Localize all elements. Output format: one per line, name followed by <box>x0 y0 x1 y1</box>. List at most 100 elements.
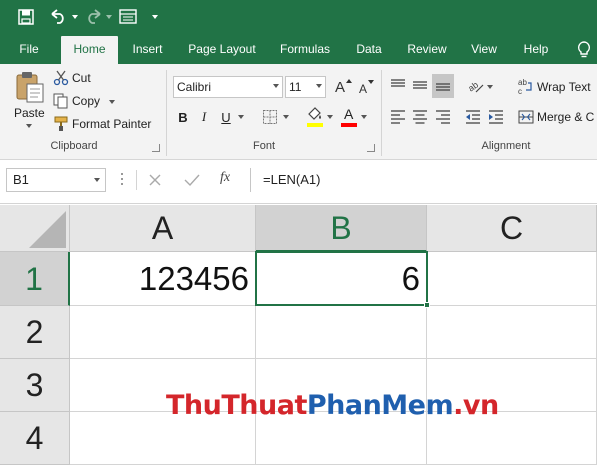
column-header-a[interactable]: A <box>70 205 256 252</box>
svg-text:ab: ab <box>518 78 527 87</box>
fill-handle[interactable] <box>424 302 430 308</box>
tab-help[interactable]: Help <box>514 34 558 64</box>
divider <box>136 170 137 190</box>
increase-indent-button[interactable] <box>487 108 507 126</box>
copy-label: Copy <box>72 94 101 108</box>
redo-dropdown-icon[interactable] <box>106 15 112 19</box>
column-header-b[interactable]: B <box>256 205 427 252</box>
align-middle-button[interactable] <box>411 76 431 96</box>
cut-label: Cut <box>72 71 91 85</box>
fill-color-button[interactable] <box>306 106 324 128</box>
borders-dropdown-icon[interactable] <box>283 115 289 119</box>
tab-file[interactable]: File <box>10 34 48 64</box>
row-header-2[interactable]: 2 <box>0 306 70 359</box>
undo-button[interactable] <box>48 8 70 26</box>
chevron-down-icon <box>316 84 322 88</box>
tab-home[interactable]: Home <box>61 36 118 64</box>
font-size-select[interactable]: 11 <box>285 76 326 98</box>
chevron-down-icon <box>94 178 100 182</box>
paste-button[interactable]: Paste <box>10 70 48 128</box>
chevron-down-icon <box>273 84 279 88</box>
font-size-value: 11 <box>289 80 302 94</box>
watermark-part-3: .vn <box>453 390 499 421</box>
watermark-part-1: ThuThuat <box>166 390 307 421</box>
italic-glyph: I <box>201 109 207 124</box>
redo-button[interactable] <box>84 8 106 26</box>
cut-button[interactable]: Cut <box>53 70 103 88</box>
save-button[interactable] <box>18 8 38 26</box>
copy-dropdown-icon[interactable] <box>109 100 115 104</box>
fill-color-dropdown-icon[interactable] <box>327 115 333 119</box>
form-button[interactable] <box>119 9 139 25</box>
watermark-part-2: PhanMem <box>306 390 454 421</box>
font-launcher-icon[interactable] <box>367 144 375 152</box>
merge-center-icon <box>518 110 534 124</box>
merge-center-button[interactable]: Merge & C <box>518 108 597 128</box>
orientation-button[interactable]: ab <box>466 76 486 96</box>
tab-data[interactable]: Data <box>348 34 390 64</box>
redo-icon <box>88 9 101 24</box>
format-painter-label: Format Painter <box>72 117 152 131</box>
align-center-button[interactable] <box>411 108 431 126</box>
fill-color-swatch <box>307 123 323 127</box>
borders-button[interactable] <box>262 109 278 125</box>
cell-a1[interactable]: 123456 <box>70 252 256 306</box>
name-box[interactable]: B1 <box>6 168 106 192</box>
copy-button[interactable]: Copy <box>53 93 119 111</box>
wrap-text-button[interactable]: ab c Wrap Text <box>518 76 597 98</box>
customize-qat-icon[interactable] <box>152 15 158 19</box>
underline-dropdown-icon[interactable] <box>238 115 244 119</box>
divider <box>166 70 167 156</box>
bold-button[interactable]: B <box>176 108 190 126</box>
tab-view[interactable]: View <box>464 34 504 64</box>
fill-color-icon <box>308 107 321 120</box>
orientation-icon: ab <box>466 80 484 94</box>
formula-bar-grip-icon[interactable] <box>120 172 124 188</box>
form-icon <box>119 9 137 24</box>
tell-me-icon[interactable] <box>576 40 594 60</box>
align-left-button[interactable] <box>389 108 409 126</box>
column-header-c[interactable]: C <box>427 205 597 252</box>
insert-function-button[interactable]: fx <box>220 170 238 190</box>
font-color-button[interactable]: A <box>341 106 357 128</box>
name-box-value: B1 <box>13 172 29 187</box>
borders-icon <box>263 110 277 124</box>
tab-review[interactable]: Review <box>400 34 454 64</box>
row-header-4[interactable]: 4 <box>0 412 70 465</box>
font-color-swatch <box>341 123 357 127</box>
row-header-1[interactable]: 1 <box>0 252 70 306</box>
underline-button[interactable]: U <box>219 108 233 126</box>
shrink-font-button[interactable]: A <box>355 76 374 98</box>
font-name-select[interactable]: Calibri <box>173 76 283 98</box>
decrease-indent-button[interactable] <box>464 108 484 126</box>
orientation-dropdown-icon[interactable] <box>487 85 493 89</box>
cell-b2[interactable] <box>256 306 427 359</box>
grow-font-button[interactable]: A <box>332 76 352 98</box>
select-all-button[interactable] <box>0 205 70 252</box>
undo-dropdown-icon[interactable] <box>72 15 78 19</box>
cell-c2[interactable] <box>427 306 597 359</box>
check-icon <box>184 174 200 187</box>
clipboard-launcher-icon[interactable] <box>152 144 160 152</box>
cancel-button[interactable] <box>147 172 163 188</box>
tab-page-layout[interactable]: Page Layout <box>182 34 262 64</box>
paste-icon <box>16 72 44 103</box>
italic-button[interactable]: I <box>197 108 211 126</box>
tab-formulas[interactable]: Formulas <box>274 34 336 64</box>
font-group-label: Font <box>252 140 275 152</box>
paste-dropdown-icon[interactable] <box>26 124 32 128</box>
align-bottom-button[interactable] <box>432 74 454 98</box>
row-header-3[interactable]: 3 <box>0 359 70 412</box>
enter-button[interactable] <box>183 172 201 188</box>
format-painter-button[interactable]: Format Painter <box>53 116 153 134</box>
cell-c1[interactable] <box>427 252 597 306</box>
tab-insert[interactable]: Insert <box>125 34 170 64</box>
cell-a2[interactable] <box>70 306 256 359</box>
font-color-dropdown-icon[interactable] <box>361 115 367 119</box>
align-top-button[interactable] <box>389 76 409 96</box>
font-name-value: Calibri <box>177 80 212 94</box>
divider <box>381 70 382 156</box>
formula-input[interactable]: =LEN(A1) <box>250 168 597 192</box>
align-right-button[interactable] <box>434 108 454 126</box>
active-cell-border <box>255 251 428 306</box>
